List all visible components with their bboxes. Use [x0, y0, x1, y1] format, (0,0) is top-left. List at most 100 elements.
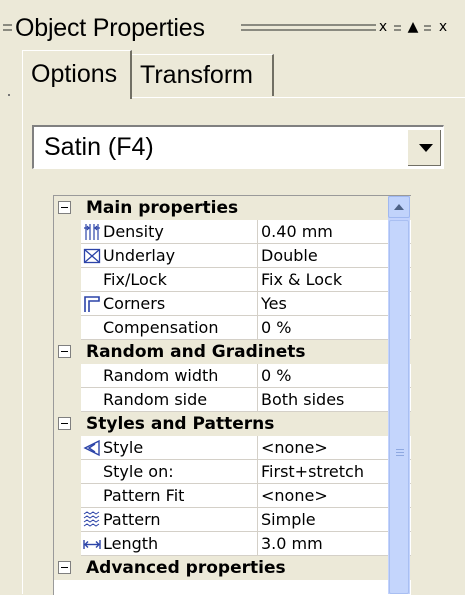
scroll-up-button[interactable] [388, 196, 410, 218]
property-value: Fix & Lock [261, 270, 343, 289]
property-row[interactable]: Corners Yes [54, 292, 411, 316]
row-gutter [54, 316, 81, 340]
property-value: <none> [261, 438, 328, 457]
property-row[interactable]: Random side Both sides [54, 388, 411, 412]
property-value: Double [261, 246, 318, 265]
property-name-cell: Compensation [81, 316, 257, 340]
property-row[interactable]: Pattern Simple [54, 508, 411, 532]
tab-options[interactable]: Options [22, 50, 132, 99]
property-name-cell: Fix/Lock [81, 268, 257, 292]
property-row[interactable]: Style on: First+stretch [54, 460, 411, 484]
property-name-cell: Style [81, 436, 257, 460]
chevron-up-icon [394, 204, 404, 210]
property-name-cell: Density [81, 220, 257, 244]
row-gutter [54, 460, 81, 484]
edge-marker [8, 94, 10, 96]
panel-edge [22, 97, 23, 594]
style-icon [83, 439, 100, 457]
category-random-and-gradients[interactable]: Random and Gradinets [54, 340, 411, 364]
close-icon[interactable]: x [372, 16, 394, 38]
property-row[interactable]: Underlay Double [54, 244, 411, 268]
property-row[interactable]: Density 0.40 mm [54, 220, 411, 244]
property-name: Style on: [103, 462, 174, 481]
property-name-cell: Random width [81, 364, 257, 388]
collapse-toggle-icon[interactable] [58, 561, 71, 574]
tab-transform[interactable]: Transform [132, 54, 274, 96]
scrollbar-thumb[interactable] [389, 220, 409, 594]
property-name: Length [103, 534, 159, 553]
property-value: Both sides [261, 390, 345, 409]
category-advanced-properties[interactable]: Advanced properties [54, 556, 411, 580]
thumb-grip [396, 452, 404, 453]
property-name: Density [103, 222, 164, 241]
titlebar-grip-right[interactable] [241, 24, 376, 31]
property-row[interactable]: Length 3.0 mm [54, 532, 411, 556]
property-row[interactable]: Pattern Fit <none> [54, 484, 411, 508]
property-row[interactable]: Style <none> [54, 436, 411, 460]
property-name-cell: Random side [81, 388, 257, 412]
property-value: 0.40 mm [261, 222, 333, 241]
row-gutter [54, 220, 81, 244]
property-value: Yes [261, 294, 287, 313]
property-value: 0 % [261, 318, 292, 337]
property-value: <none> [261, 486, 328, 505]
collapse-toggle-icon[interactable] [58, 201, 71, 214]
property-name: Underlay [103, 246, 176, 265]
category-main-properties[interactable]: Main properties [54, 196, 411, 220]
row-gutter [54, 484, 81, 508]
property-name: Random width [103, 366, 219, 385]
row-gutter [54, 292, 81, 316]
row-gutter [54, 508, 81, 532]
dropdown-button[interactable] [407, 129, 441, 166]
row-gutter [54, 388, 81, 412]
close-panel-icon[interactable]: x [432, 16, 454, 38]
panel-titlebar[interactable]: Object Properties x ▲ x [0, 8, 465, 48]
property-value: 0 % [261, 366, 292, 385]
row-gutter [54, 244, 81, 268]
property-name: Style [103, 438, 144, 457]
property-name-cell: Style on: [81, 460, 257, 484]
vertical-scrollbar[interactable] [388, 196, 410, 594]
pattern-icon [83, 511, 100, 527]
corners-icon [84, 296, 100, 312]
underlay-icon [83, 248, 101, 264]
thumb-grip [396, 449, 404, 450]
property-name: Pattern [103, 510, 161, 529]
property-name: Corners [103, 294, 166, 313]
panel-title: Object Properties [15, 14, 205, 42]
titlebar-separator [394, 25, 401, 31]
length-icon [83, 540, 101, 549]
property-name-cell: Pattern [81, 508, 257, 532]
stitch-type-dropdown[interactable]: Satin (F4) [32, 125, 444, 169]
category-label: Random and Gradinets [86, 342, 306, 362]
property-grid[interactable]: Main properties Density 0.40 mm Underlay… [53, 195, 411, 595]
thumb-grip [396, 455, 404, 456]
row-gutter [54, 268, 81, 292]
titlebar-grip[interactable] [3, 24, 12, 31]
property-name: Compensation [103, 318, 219, 337]
chevron-down-icon [419, 144, 433, 152]
stitch-type-value: Satin (F4) [44, 133, 154, 161]
property-value: Simple [261, 510, 316, 529]
property-name-cell: Pattern Fit [81, 484, 257, 508]
category-label: Advanced properties [86, 558, 286, 578]
category-label: Main properties [86, 198, 239, 218]
titlebar-separator [424, 25, 431, 31]
collapse-toggle-icon[interactable] [58, 345, 71, 358]
density-icon [84, 224, 100, 240]
category-label: Styles and Patterns [86, 414, 275, 434]
property-row[interactable]: Random width 0 % [54, 364, 411, 388]
property-row[interactable]: Fix/Lock Fix & Lock [54, 268, 411, 292]
row-gutter [54, 436, 81, 460]
property-name-cell: Underlay [81, 244, 257, 268]
property-value: 3.0 mm [261, 534, 323, 553]
collapse-icon[interactable]: ▲ [402, 16, 424, 38]
property-name: Pattern Fit [103, 486, 185, 505]
property-row[interactable]: Compensation 0 % [54, 316, 411, 340]
category-styles-and-patterns[interactable]: Styles and Patterns [54, 412, 411, 436]
property-name-cell: Corners [81, 292, 257, 316]
property-name: Fix/Lock [103, 270, 167, 289]
collapse-toggle-icon[interactable] [58, 417, 71, 430]
row-gutter [54, 532, 81, 556]
property-name: Random side [103, 390, 208, 409]
